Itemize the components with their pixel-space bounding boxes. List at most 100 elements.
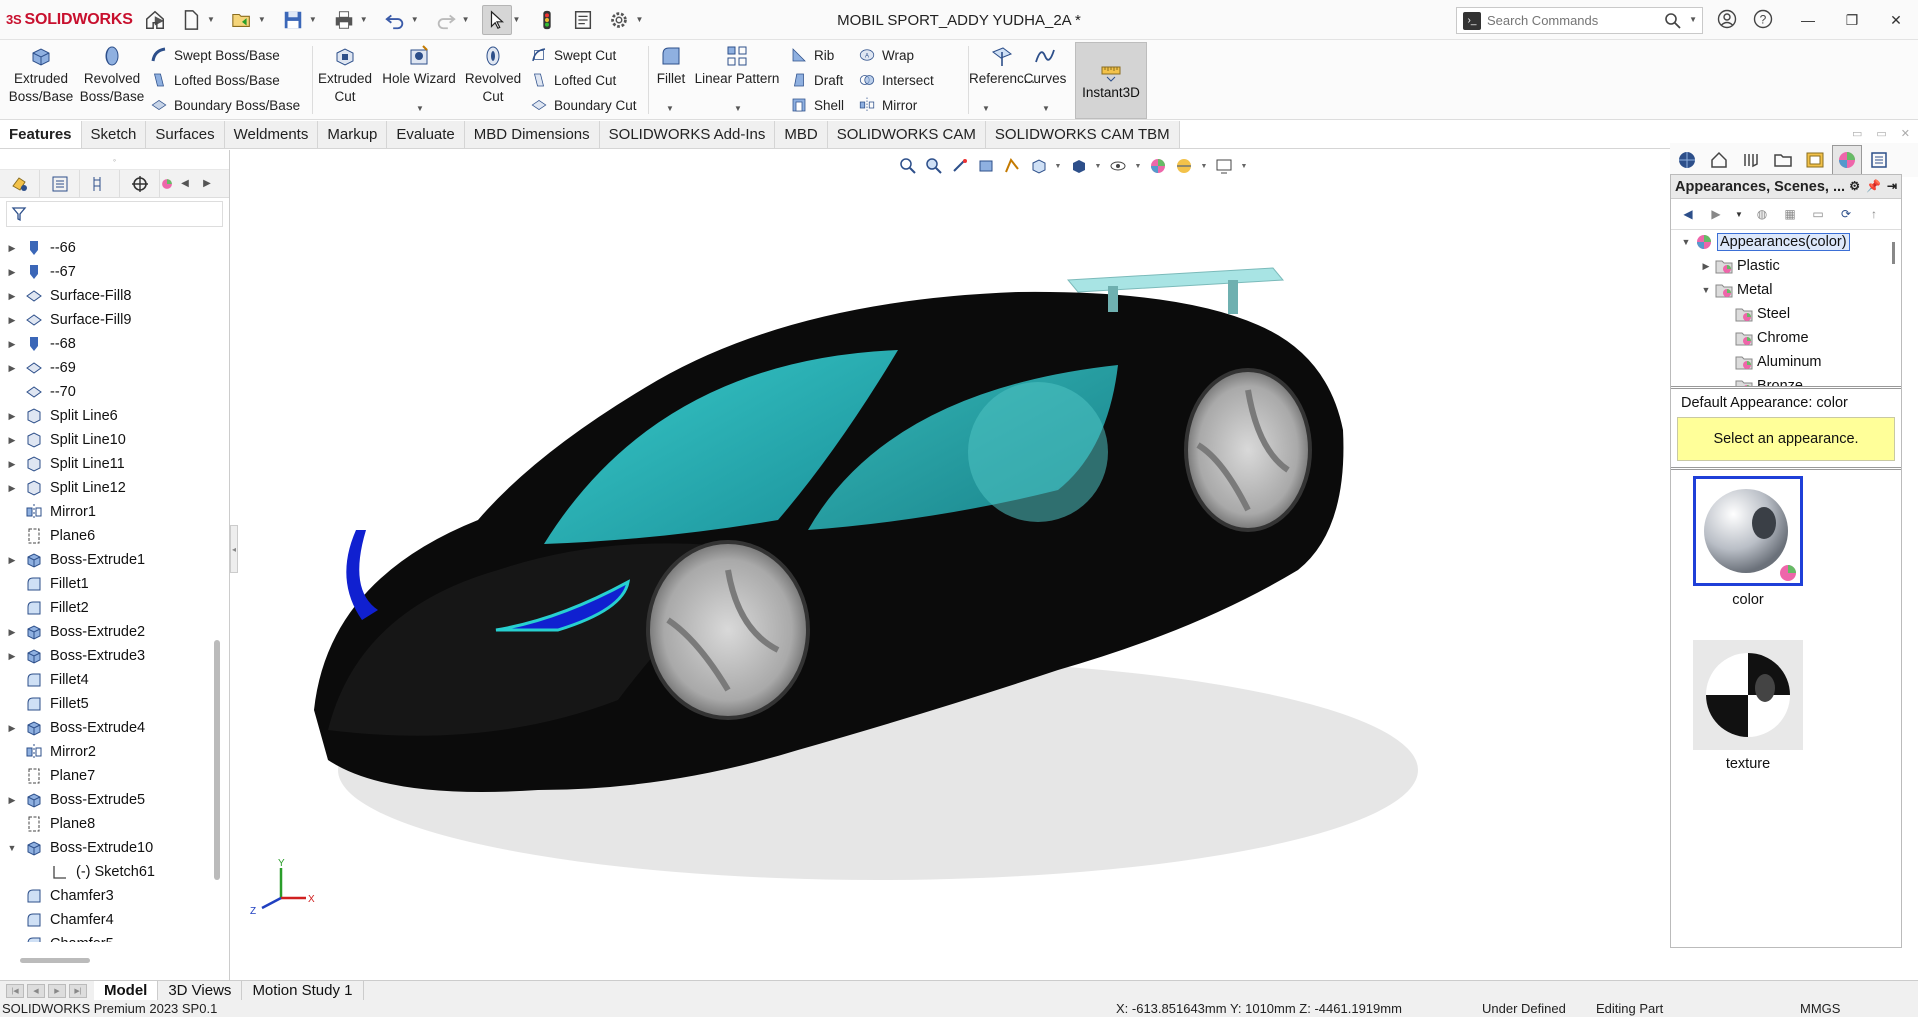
bottom-tab-motion-study-1[interactable]: Motion Study 1 — [242, 981, 364, 1000]
panel-collapse-handle[interactable]: ◂ — [230, 525, 238, 573]
tree-item[interactable]: ▶ --66 — [0, 236, 216, 260]
appearance-folder-item[interactable]: ▼ Metal — [1671, 278, 1901, 302]
first-tab-icon[interactable]: |◀ — [6, 984, 24, 998]
lofted-cut-button[interactable]: Lofted Cut — [530, 69, 616, 91]
hole-wizard-button[interactable]: Hole Wizard — [380, 44, 458, 88]
view-orientation-dropdown-icon[interactable]: ▼ — [1054, 156, 1062, 176]
tab-weldments[interactable]: Weldments — [224, 121, 319, 148]
previous-view-icon[interactable] — [950, 156, 970, 176]
expand-icon[interactable]: ▶ — [4, 627, 20, 638]
task-pane-options-icon[interactable]: ⚙ — [1849, 179, 1860, 193]
zoom-to-area-icon[interactable] — [924, 156, 944, 176]
search-commands-box[interactable]: ›_ ▼ — [1456, 7, 1703, 34]
tree-item[interactable]: ▶ Boss-Extrude1 — [0, 548, 216, 572]
wrap-button[interactable]: A Wrap — [858, 44, 914, 66]
boundary-cut-button[interactable]: Boundary Cut — [530, 94, 637, 116]
section-view-icon[interactable] — [976, 156, 996, 176]
file-properties-icon[interactable] — [568, 5, 598, 35]
search-icon[interactable] — [1664, 12, 1682, 33]
appearance-thumb-color[interactable]: color — [1693, 476, 1803, 608]
restore-icon[interactable]: ❐ — [1830, 0, 1874, 40]
dynamic-annotation-icon[interactable] — [1002, 156, 1022, 176]
status-mode[interactable]: Editing Part — [1596, 1001, 1663, 1016]
appearance-thumb-texture[interactable]: texture — [1693, 640, 1803, 772]
select-dropdown-icon[interactable]: ▼ — [513, 15, 521, 24]
tree-item[interactable]: Chamfer3 — [0, 884, 216, 908]
expand-icon[interactable]: ▶ — [4, 243, 20, 254]
forward-dropdown-icon[interactable]: ▼ — [1735, 205, 1743, 223]
minimize-icon[interactable]: — — [1786, 0, 1830, 40]
tab-solidworks-cam[interactable]: SOLIDWORKS CAM — [827, 121, 986, 148]
tree-item[interactable]: Fillet5 — [0, 692, 216, 716]
appearances-scenes-icon[interactable] — [1832, 145, 1862, 175]
tabs-scroll-right-icon[interactable]: ▶ — [196, 170, 218, 198]
expand-icon[interactable]: ▶ — [4, 267, 20, 278]
lofted-boss-button[interactable]: Lofted Boss/Base — [150, 69, 280, 91]
tree-item[interactable]: Fillet4 — [0, 668, 216, 692]
tab-features[interactable]: Features — [0, 121, 82, 148]
save-icon[interactable] — [278, 5, 308, 35]
tree-item[interactable]: ▶ Boss-Extrude4 — [0, 716, 216, 740]
refresh-icon[interactable]: ⟳ — [1837, 205, 1855, 223]
collapse-icon[interactable]: ▼ — [1699, 285, 1713, 295]
apply-scene-dropdown-icon[interactable]: ▼ — [1200, 156, 1208, 176]
fillet-dropdown-icon[interactable]: ▼ — [666, 104, 674, 113]
redo-dropdown-icon[interactable]: ▼ — [462, 15, 470, 24]
linear-pattern-button[interactable]: Linear Pattern — [692, 44, 782, 88]
undo-dropdown-icon[interactable]: ▼ — [411, 15, 419, 24]
draft-button[interactable]: Draft — [790, 69, 843, 91]
appearances-tree-scrollbar[interactable] — [1892, 242, 1895, 264]
display-manager-tab-icon[interactable] — [160, 170, 174, 198]
back-icon[interactable]: ◀ — [1679, 205, 1697, 223]
tree-item[interactable]: ▼ Boss-Extrude10 — [0, 836, 216, 860]
tree-item[interactable]: ▶ --69 — [0, 356, 216, 380]
expand-icon[interactable]: ▶ — [4, 459, 20, 470]
save-dropdown-icon[interactable]: ▼ — [309, 15, 317, 24]
tree-horizontal-scrollbar[interactable] — [20, 958, 90, 963]
display-style-dropdown-icon[interactable]: ▼ — [1094, 156, 1102, 176]
tabs-scroll-left-icon[interactable]: ◀ — [174, 170, 196, 198]
tree-item[interactable]: Chamfer4 — [0, 908, 216, 932]
options-dropdown-icon[interactable]: ▼ — [635, 15, 643, 24]
undo-icon[interactable] — [380, 5, 410, 35]
close-icon[interactable]: ✕ — [1874, 0, 1918, 40]
appearances-root-item[interactable]: ▼ Appearances(color) — [1671, 230, 1901, 254]
revolved-boss-button[interactable]: Revolved Boss/Base — [80, 44, 144, 106]
new-dropdown-icon[interactable]: ▼ — [207, 15, 215, 24]
forward-icon[interactable]: ▶ — [1707, 205, 1725, 223]
hole-wizard-dropdown-icon[interactable]: ▼ — [416, 104, 424, 113]
tab-sketch[interactable]: Sketch — [81, 121, 147, 148]
appearance-folder-item[interactable]: ▶ Plastic — [1671, 254, 1901, 278]
tab-solidworks-add-ins[interactable]: SOLIDWORKS Add-Ins — [599, 121, 776, 148]
create-new-folder-icon[interactable]: ▭ — [1809, 205, 1827, 223]
extruded-cut-button[interactable]: Extruded Cut — [314, 44, 376, 106]
expand-icon[interactable]: ▶ — [4, 651, 20, 662]
detach-icon[interactable]: ⇥ — [1887, 179, 1897, 193]
home-icon[interactable] — [140, 5, 170, 35]
next-tab-icon[interactable]: ▶ — [48, 984, 66, 998]
tree-item[interactable]: ▶ Split Line6 — [0, 404, 216, 428]
apply-scene-icon[interactable] — [1174, 156, 1194, 176]
expand-icon[interactable]: ▶ — [4, 363, 20, 374]
home-pane-icon[interactable] — [1704, 145, 1734, 175]
tree-item[interactable]: Mirror1 — [0, 500, 216, 524]
boundary-boss-button[interactable]: Boundary Boss/Base — [150, 94, 300, 116]
revolved-cut-button[interactable]: Revolved Cut — [462, 44, 524, 106]
reference-dropdown-icon[interactable]: ▼ — [982, 104, 990, 113]
view-palette-icon[interactable] — [1800, 145, 1830, 175]
curves-button[interactable]: Curves — [1020, 44, 1070, 88]
doc-close-icon[interactable]: ✕ — [1901, 127, 1910, 140]
tree-item[interactable]: Fillet1 — [0, 572, 216, 596]
tab-evaluate[interactable]: Evaluate — [387, 121, 465, 148]
tab-mbd[interactable]: MBD — [775, 121, 828, 148]
expand-icon[interactable]: ▶ — [1699, 261, 1713, 272]
add-file-location-icon[interactable]: ▦ — [1781, 205, 1799, 223]
tree-item[interactable]: Plane6 — [0, 524, 216, 548]
tree-item[interactable]: Plane7 — [0, 764, 216, 788]
tab-markup[interactable]: Markup — [318, 121, 388, 148]
last-tab-icon[interactable]: ▶| — [69, 984, 87, 998]
extruded-boss-button[interactable]: Extruded Boss/Base — [6, 44, 76, 106]
appearance-folder-item[interactable]: Aluminum — [1671, 350, 1901, 374]
options-gear-icon[interactable] — [604, 5, 634, 35]
view-settings-dropdown-icon[interactable]: ▼ — [1240, 156, 1248, 176]
